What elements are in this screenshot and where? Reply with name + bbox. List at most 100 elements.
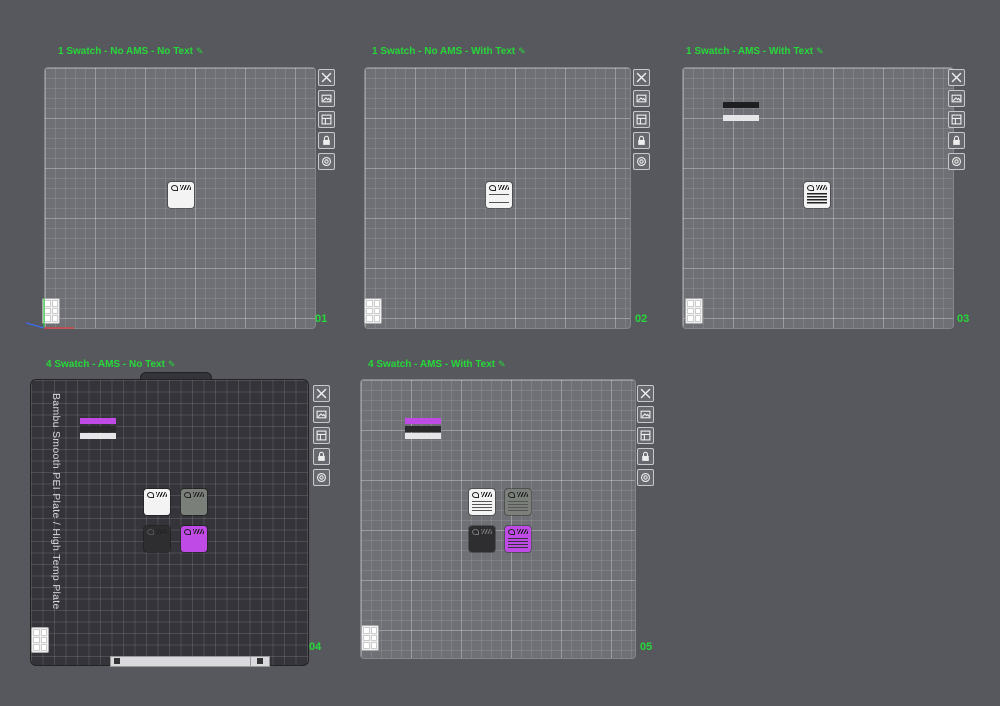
plate-toolbar <box>313 385 330 486</box>
panel-title: 4 Swatch - AMS - With Text ✎ <box>368 359 506 370</box>
image-button[interactable] <box>313 406 330 423</box>
image-button[interactable] <box>318 90 335 107</box>
qr-icon <box>114 658 120 664</box>
ams-strip-purple <box>405 418 441 424</box>
stripes-icon <box>180 185 191 190</box>
ams-strip-black <box>80 426 116 432</box>
stripes-icon <box>156 492 167 497</box>
swatch-white[interactable] <box>168 182 194 208</box>
swatch-white[interactable] <box>469 489 495 515</box>
stripes-icon <box>481 529 492 534</box>
lock-button[interactable] <box>633 132 650 149</box>
settings-button[interactable] <box>318 153 335 170</box>
stripes-icon <box>193 529 204 534</box>
swatch-black[interactable] <box>144 526 170 552</box>
layout-icon <box>640 430 651 441</box>
ams-strip-purple <box>80 418 116 424</box>
lock-button[interactable] <box>948 132 965 149</box>
swatch-grey[interactable] <box>181 489 207 515</box>
swatch-text-lines <box>508 538 528 548</box>
brand-logo-icon <box>508 492 515 498</box>
swatch-white[interactable] <box>804 182 830 208</box>
lock-button[interactable] <box>313 448 330 465</box>
plate-corner-marker <box>361 625 379 651</box>
image-icon <box>316 410 327 419</box>
settings-icon <box>316 472 327 483</box>
swatch-purple[interactable] <box>505 526 531 552</box>
image-button[interactable] <box>633 90 650 107</box>
lock-icon <box>318 451 325 461</box>
image-button[interactable] <box>948 90 965 107</box>
image-icon <box>951 94 962 103</box>
plate-label: Bambu Smooth PEI Plate / High Temp Plate <box>50 393 62 610</box>
layout-button[interactable] <box>637 427 654 444</box>
panel-number: 03 <box>957 313 970 325</box>
image-icon <box>321 94 332 103</box>
image-button[interactable] <box>637 406 654 423</box>
edit-icon[interactable]: ✎ <box>816 46 824 56</box>
close-button[interactable] <box>637 385 654 402</box>
swatch-white[interactable] <box>144 489 170 515</box>
plate-toolbar <box>637 385 654 486</box>
brand-logo-icon <box>472 492 479 498</box>
stripes-icon <box>498 185 509 190</box>
layout-button[interactable] <box>313 427 330 444</box>
build-plate-pei <box>30 379 309 666</box>
brand-logo-icon <box>508 529 515 535</box>
brand-logo-icon <box>489 185 496 191</box>
axes-gizmo <box>25 298 74 329</box>
layout-button[interactable] <box>318 111 335 128</box>
brand-logo-icon <box>147 492 154 498</box>
edit-icon[interactable]: ✎ <box>498 359 506 369</box>
close-button[interactable] <box>318 69 335 86</box>
settings-icon <box>951 156 962 167</box>
layout-button[interactable] <box>633 111 650 128</box>
stripes-icon <box>517 529 528 534</box>
close-icon <box>640 388 651 399</box>
stripes-icon <box>517 492 528 497</box>
swatch-text-lines <box>508 501 528 511</box>
lock-button[interactable] <box>637 448 654 465</box>
swatch-grey[interactable] <box>505 489 531 515</box>
close-button[interactable] <box>313 385 330 402</box>
plate-footer-logo <box>250 656 270 667</box>
stripes-icon <box>193 492 204 497</box>
settings-icon <box>321 156 332 167</box>
panel-title: 1 Swatch - No AMS - With Text ✎ <box>372 46 526 57</box>
swatch-text-lines <box>472 501 492 511</box>
close-icon <box>316 388 327 399</box>
swatch-text-lines <box>807 193 827 205</box>
stripes-icon <box>481 492 492 497</box>
swatch-purple[interactable] <box>181 526 207 552</box>
panel-title: 1 Swatch - AMS - With Text ✎ <box>686 46 824 57</box>
edit-icon[interactable]: ✎ <box>168 359 176 369</box>
ams-strip-black <box>405 426 441 432</box>
settings-button[interactable] <box>637 469 654 486</box>
lock-button[interactable] <box>318 132 335 149</box>
lock-icon <box>642 451 649 461</box>
panel-title: 4 Swatch - AMS - No Text ✎ <box>46 359 176 370</box>
image-icon <box>640 410 651 419</box>
settings-button[interactable] <box>633 153 650 170</box>
settings-icon <box>636 156 647 167</box>
plate-toolbar <box>948 69 965 170</box>
panel-number: 02 <box>635 313 648 325</box>
brand-logo-icon <box>147 529 154 535</box>
plate-toolbar <box>633 69 650 170</box>
edit-icon[interactable]: ✎ <box>518 46 526 56</box>
layout-button[interactable] <box>948 111 965 128</box>
settings-button[interactable] <box>948 153 965 170</box>
ams-strip-black <box>723 102 759 108</box>
close-icon <box>636 72 647 83</box>
swatch-black[interactable] <box>469 526 495 552</box>
layout-icon <box>636 114 647 125</box>
edit-icon[interactable]: ✎ <box>196 46 204 56</box>
close-button[interactable] <box>633 69 650 86</box>
swatch-white[interactable] <box>486 182 512 208</box>
stripes-icon <box>816 185 827 190</box>
close-button[interactable] <box>948 69 965 86</box>
brand-logo-icon <box>184 492 191 498</box>
settings-button[interactable] <box>313 469 330 486</box>
ams-strip-white <box>80 433 116 439</box>
lock-icon <box>638 135 645 145</box>
